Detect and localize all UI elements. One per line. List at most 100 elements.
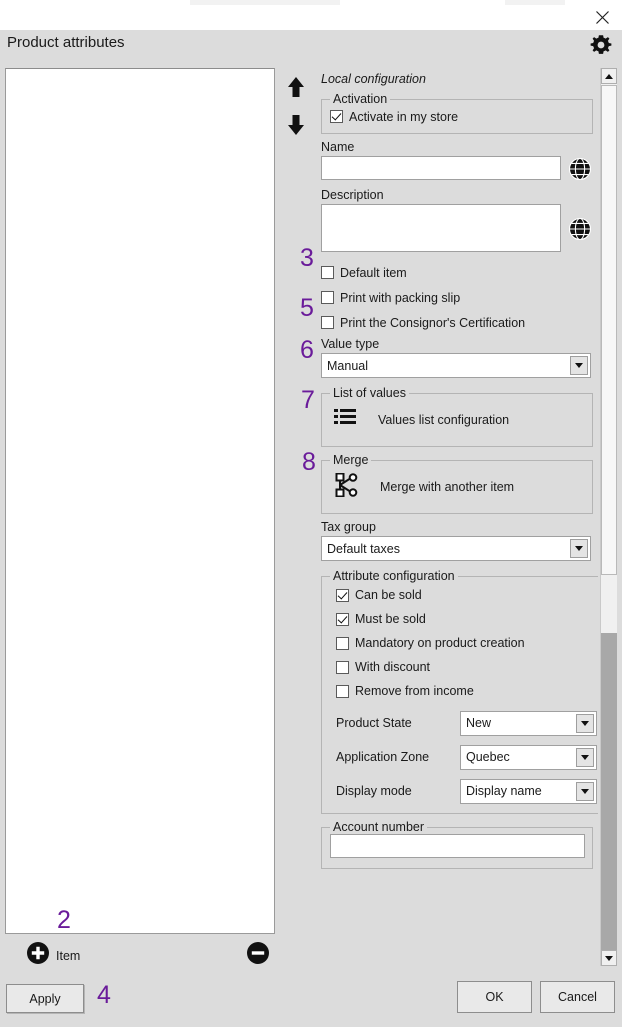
account-number-legend: Account number — [333, 820, 425, 834]
merge-with-another-item-button[interactable]: Merge with another item — [328, 467, 586, 507]
chevron-down-icon[interactable] — [570, 356, 588, 375]
description-label: Description — [321, 188, 384, 202]
merge-legend: Merge — [333, 453, 369, 467]
product-state-row: Product State New — [336, 709, 597, 737]
chevron-down-icon[interactable] — [576, 747, 594, 767]
display-mode-row: Display mode Display name — [336, 777, 597, 805]
gear-icon[interactable] — [588, 32, 614, 58]
application-zone-select[interactable]: Quebec — [460, 744, 597, 770]
globe-icon[interactable] — [568, 217, 592, 241]
arrow-down-icon[interactable] — [283, 112, 309, 138]
application-zone-value: Quebec — [466, 750, 510, 764]
merge-with-another-item-label: Merge with another item — [380, 480, 515, 494]
dialog-header: Product attributes — [0, 30, 622, 62]
mandatory-on-product-creation-checkbox[interactable] — [336, 636, 349, 650]
product-state-label: Product State — [336, 716, 412, 730]
ok-button[interactable]: OK — [457, 981, 532, 1013]
display-mode-label: Display mode — [336, 784, 412, 798]
activate-in-my-store-label: Activate in my store — [349, 109, 459, 124]
print-with-packing-slip-checkbox[interactable] — [321, 291, 334, 304]
activation-group: Activation Activate in my store — [321, 92, 593, 134]
with-discount-row[interactable]: With discount — [336, 655, 597, 679]
attribute-list-panel[interactable] — [5, 68, 275, 934]
tax-group-label: Tax group — [321, 520, 376, 534]
chevron-down-icon[interactable] — [576, 781, 594, 801]
must-be-sold-checkbox[interactable] — [336, 612, 349, 626]
print-consignor-certification-row[interactable]: Print the Consignor's Certification — [321, 310, 598, 335]
activate-in-my-store-row[interactable]: Activate in my store — [330, 106, 586, 127]
product-state-select[interactable]: New — [460, 710, 597, 736]
name-label: Name — [321, 140, 355, 154]
values-list-configuration-label: Values list configuration — [378, 413, 510, 427]
add-item-button[interactable]: Item — [27, 942, 80, 969]
remove-item-button[interactable] — [247, 942, 269, 969]
local-configuration-form: Local configuration Activation Activate … — [316, 68, 598, 938]
annotation-number-3: 3 — [300, 244, 314, 272]
remove-from-income-row[interactable]: Remove from income — [336, 679, 597, 703]
print-with-packing-slip-label: Print with packing slip — [340, 290, 461, 305]
print-with-packing-slip-row[interactable]: Print with packing slip — [321, 285, 598, 310]
product-state-value: New — [466, 716, 492, 730]
annotation-number-5: 5 — [300, 294, 314, 322]
value-type-select[interactable]: Manual — [321, 353, 591, 378]
default-item-label: Default item — [340, 265, 407, 280]
print-consignor-certification-label: Print the Consignor's Certification — [340, 315, 526, 330]
tax-group-select[interactable]: Default taxes — [321, 536, 591, 561]
with-discount-label: With discount — [355, 660, 431, 674]
list-of-values-group: List of values Values list configuration — [321, 386, 593, 447]
merge-icon — [334, 472, 358, 502]
chevron-down-icon[interactable] — [570, 539, 588, 558]
chevron-down-icon[interactable] — [576, 713, 594, 733]
scroll-up-icon[interactable] — [601, 68, 617, 84]
can-be-sold-label: Can be sold — [355, 588, 422, 602]
display-mode-select[interactable]: Display name — [460, 778, 597, 804]
default-item-checkbox[interactable] — [321, 266, 334, 279]
mandatory-on-product-creation-row[interactable]: Mandatory on product creation — [336, 631, 597, 655]
scrollbar-thumb[interactable] — [601, 85, 617, 575]
print-consignor-certification-checkbox[interactable] — [321, 316, 334, 329]
with-discount-checkbox[interactable] — [336, 660, 349, 674]
name-input[interactable] — [321, 156, 561, 180]
application-zone-label: Application Zone — [336, 750, 430, 764]
can-be-sold-checkbox[interactable] — [336, 588, 349, 602]
remove-from-income-checkbox[interactable] — [336, 684, 349, 698]
activation-legend: Activation — [333, 92, 388, 106]
list-icon — [334, 408, 356, 433]
product-attributes-dialog: Product attributes Local configuration A… — [0, 0, 622, 1027]
arrow-up-icon[interactable] — [283, 74, 309, 100]
add-item-label: Item — [56, 948, 81, 963]
value-type-label: Value type — [321, 337, 380, 351]
account-number-group: Account number — [321, 820, 593, 869]
values-list-configuration-button[interactable]: Values list configuration — [328, 400, 586, 440]
mandatory-on-product-creation-label: Mandatory on product creation — [355, 636, 525, 650]
can-be-sold-row[interactable]: Can be sold — [336, 583, 597, 607]
annotation-number-7: 7 — [301, 386, 315, 414]
activate-in-my-store-checkbox[interactable] — [330, 110, 343, 123]
description-input[interactable] — [321, 204, 561, 252]
close-icon[interactable] — [588, 5, 616, 30]
window-titlebar — [0, 5, 622, 30]
scrollbar-track-lower[interactable] — [601, 633, 617, 950]
globe-icon[interactable] — [568, 157, 592, 181]
tax-group-value: Default taxes — [327, 541, 400, 556]
cancel-button[interactable]: Cancel — [540, 981, 615, 1013]
scroll-down-icon[interactable] — [601, 950, 617, 966]
must-be-sold-row[interactable]: Must be sold — [336, 607, 597, 631]
must-be-sold-label: Must be sold — [355, 612, 426, 626]
plus-circle-icon — [27, 942, 49, 969]
display-mode-value: Display name — [466, 784, 542, 798]
list-of-values-legend: List of values — [333, 386, 406, 400]
merge-group: Merge Merge with another item — [321, 453, 593, 514]
annotation-number-6: 6 — [300, 336, 314, 364]
annotation-number-4: 4 — [97, 981, 111, 1009]
remove-from-income-label: Remove from income — [355, 684, 474, 698]
form-scrollbar[interactable] — [600, 68, 617, 966]
attribute-configuration-legend: Attribute configuration — [333, 569, 455, 583]
annotation-number-8: 8 — [302, 448, 316, 476]
account-number-input[interactable] — [330, 834, 585, 858]
section-heading: Local configuration — [321, 72, 426, 86]
apply-button[interactable]: Apply — [6, 984, 84, 1013]
minus-circle-icon — [247, 942, 269, 964]
attribute-configuration-group: Attribute configuration Can be sold Must… — [321, 569, 598, 814]
default-item-row[interactable]: Default item — [321, 260, 598, 285]
